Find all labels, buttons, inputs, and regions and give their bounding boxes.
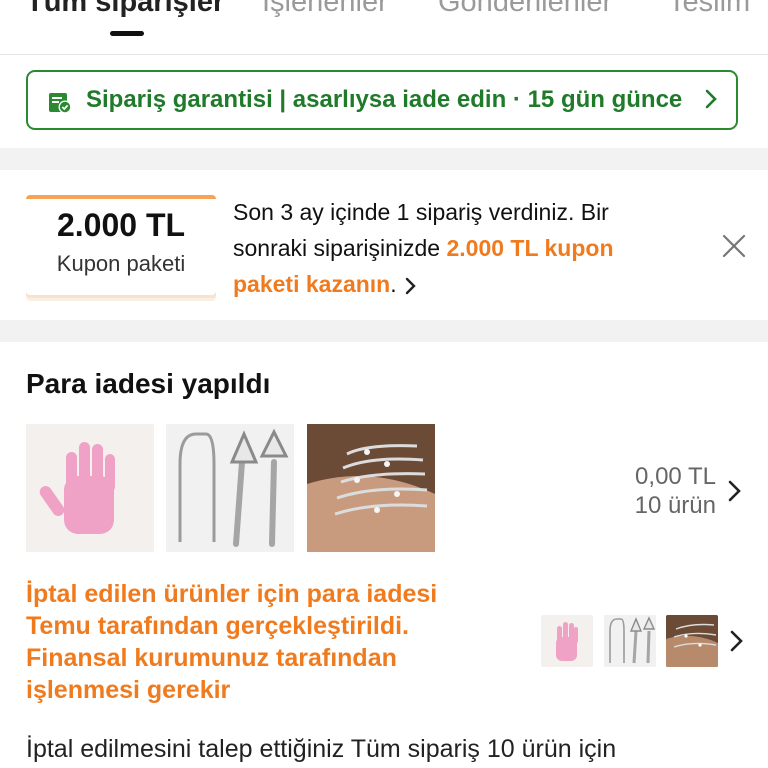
coupon-accent-bar <box>26 195 216 199</box>
tongue-scraper-image <box>604 615 656 667</box>
refund-note: İptal edilen ürünler için para iadesi Te… <box>26 580 438 704</box>
active-tab-indicator <box>110 31 144 36</box>
bracelets-image <box>666 615 718 667</box>
order-total: 0,00 TL <box>635 463 716 490</box>
tab-all-orders[interactable]: Tüm siparişler <box>26 0 224 19</box>
glove-image <box>26 424 154 552</box>
tongue-scraper-image <box>166 424 294 552</box>
chevron-right-icon[interactable] <box>729 628 745 654</box>
tab-processing[interactable]: İşlenenler <box>262 0 388 19</box>
mini-thumbnail-bracelets[interactable] <box>666 615 718 667</box>
shield-check-icon <box>49 93 72 114</box>
chevron-right-icon <box>705 89 717 109</box>
section-divider <box>0 148 768 170</box>
glove-image <box>541 615 593 667</box>
order-item-count: 10 ürün <box>634 492 716 519</box>
order-status-title: Para iadesi yapıldı <box>26 368 271 399</box>
order-summary: 0,00 TL 10 ürün <box>635 462 716 520</box>
cancellation-info-text: İptal edilmesini talep ettiğiniz Tüm sip… <box>26 735 617 763</box>
chevron-right-icon <box>405 277 416 295</box>
coupon-card[interactable]: 2.000 TL Kupon paketi <box>26 195 216 295</box>
coupon-label: Kupon paketi <box>56 251 186 276</box>
section-divider <box>0 320 768 342</box>
product-thumbnail-bracelets[interactable] <box>307 424 435 552</box>
promo-text-suffix: . <box>390 271 397 297</box>
product-thumbnail-glove[interactable] <box>26 424 154 552</box>
mini-thumbnail-glove[interactable] <box>541 615 593 667</box>
coupon-amount: 2.000 TL <box>56 207 186 243</box>
coupon-promo-text[interactable]: Son 3 ay içinde 1 sipariş verdiniz. Bir … <box>233 194 673 302</box>
tab-delivered[interactable]: Teslim <box>668 0 750 19</box>
guarantee-text: Sipariş garantisi | asarlıysa iade edin … <box>86 86 683 113</box>
mini-thumbnail-tongue-scraper[interactable] <box>604 615 656 667</box>
close-icon[interactable] <box>721 233 747 259</box>
chevron-right-icon[interactable] <box>726 478 744 504</box>
order-guarantee-banner[interactable]: Sipariş garantisi | asarlıysa iade edin … <box>26 70 738 130</box>
bracelets-image <box>307 424 435 552</box>
tab-shipped[interactable]: Gönderilenler <box>438 0 612 19</box>
product-thumbnail-tongue-scraper[interactable] <box>166 424 294 552</box>
order-tabs: Tüm siparişler İşlenenler Gönderilenler … <box>0 0 768 55</box>
